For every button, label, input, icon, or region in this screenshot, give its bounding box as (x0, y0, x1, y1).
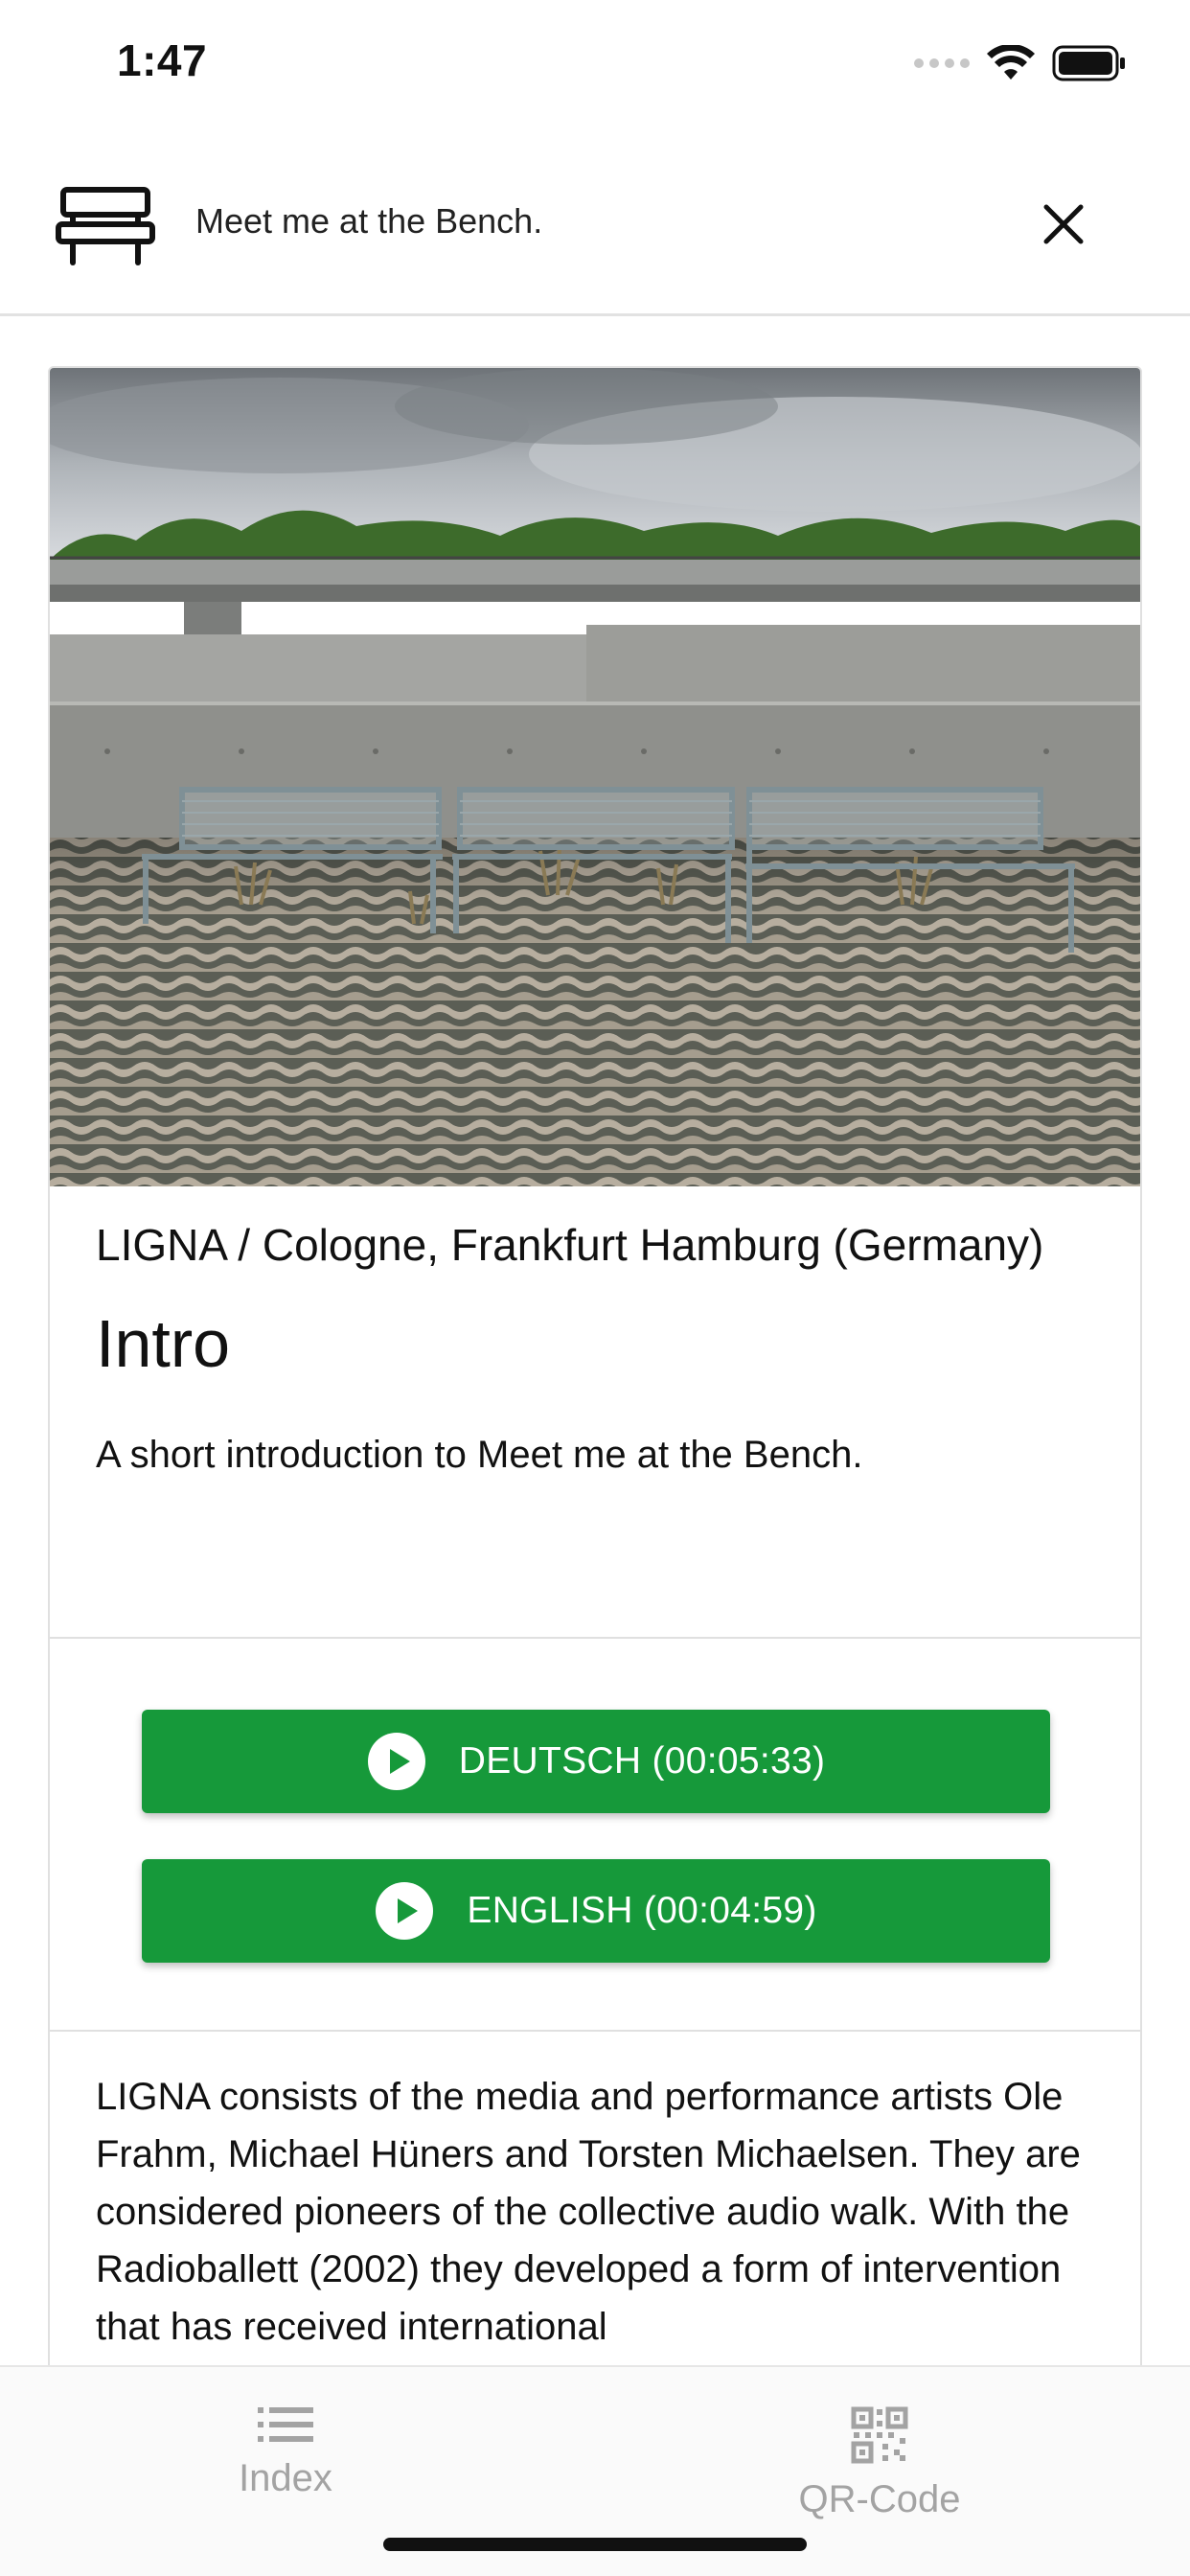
cellular-signal-icon (914, 58, 970, 68)
station-meta: LIGNA / Cologne, Frankfurt Hamburg (Germ… (96, 1211, 1092, 1482)
play-deutsch-button[interactable]: DEUTSCH (00:05:33) (142, 1710, 1050, 1813)
tab-index[interactable]: Index (142, 2405, 429, 2500)
tab-qr-code[interactable]: QR-Code (736, 2405, 1023, 2521)
header-title: Meet me at the Bench. (195, 201, 543, 241)
tab-label: Index (239, 2457, 332, 2499)
bench-icon (56, 187, 155, 265)
audio-button-label: ENGLISH (00:04:59) (467, 1890, 817, 1931)
app-header: Meet me at the Bench. (0, 153, 1190, 316)
close-button[interactable] (1033, 194, 1094, 255)
station-description: A short introduction to Meet me at the B… (96, 1434, 863, 1476)
status-time: 1:47 (117, 35, 208, 85)
audio-button-label: DEUTSCH (00:05:33) (458, 1740, 826, 1782)
play-icon (376, 1882, 434, 1940)
list-icon (258, 2407, 313, 2442)
close-icon (1043, 204, 1084, 244)
content-scroll[interactable]: LIGNA / Cologne, Frankfurt Hamburg (Germ… (0, 316, 1190, 2365)
play-english-button[interactable]: ENGLISH (00:04:59) (142, 1859, 1050, 1963)
divider (50, 2030, 1140, 2032)
home-indicator[interactable] (383, 2538, 807, 2551)
status-bar: 1:47 (0, 0, 1190, 134)
artist-location: LIGNA / Cologne, Frankfurt Hamburg (Germ… (96, 1220, 1044, 1270)
status-icons (914, 44, 1127, 82)
tab-label: QR-Code (798, 2478, 961, 2520)
qr-code-icon (851, 2406, 908, 2464)
bench-photo (50, 368, 1140, 1186)
wifi-icon (987, 45, 1035, 80)
battery-icon (1052, 45, 1125, 81)
station-card: LIGNA / Cologne, Frankfurt Hamburg (Germ… (48, 366, 1142, 2365)
station-body-text: LIGNA consists of the media and performa… (96, 2076, 1081, 2348)
divider (50, 1637, 1140, 1639)
station-title: Intro (96, 1306, 231, 1381)
play-icon (367, 1733, 425, 1790)
